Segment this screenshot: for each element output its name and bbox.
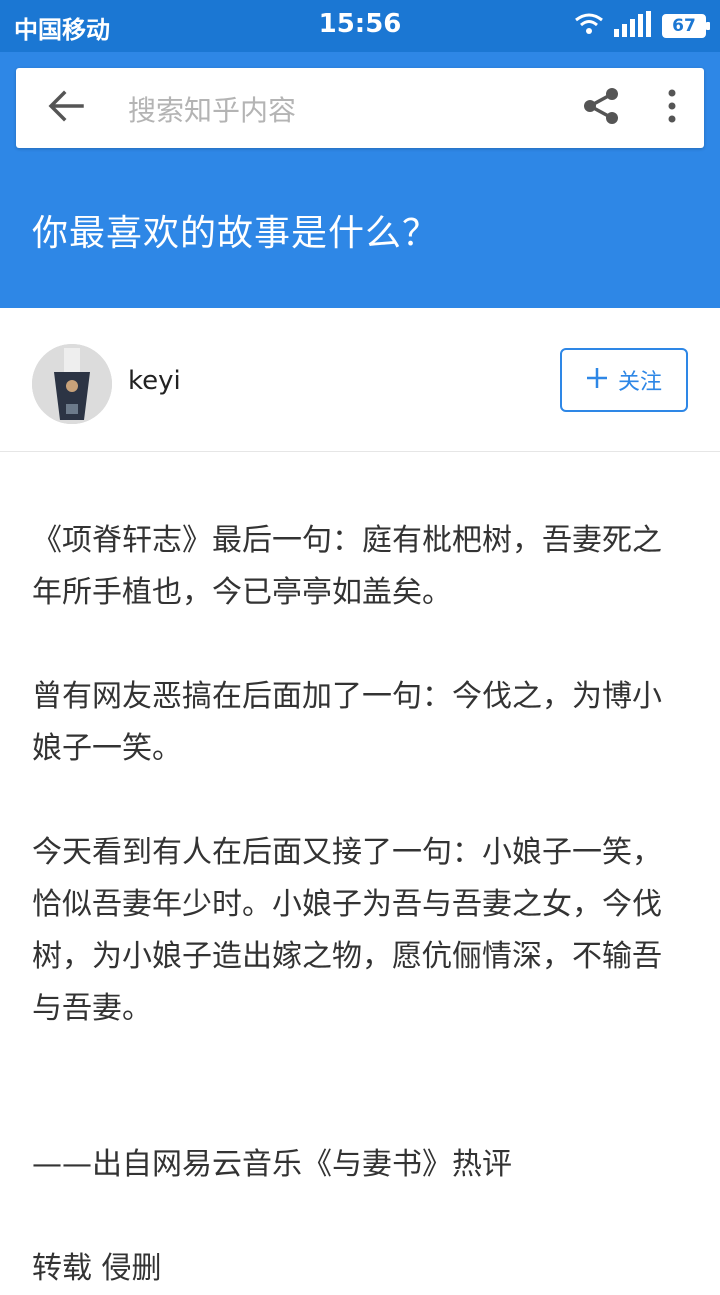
follow-button[interactable]: 关注 xyxy=(560,348,688,412)
answer-paragraph: 曾有网友恶搞在后面加了一句：今伐之，为博小娘子一笑。 xyxy=(32,679,662,766)
battery-level: 67 xyxy=(672,16,696,36)
share-button[interactable] xyxy=(576,82,628,134)
answer-paragraph: 《项脊轩志》最后一句：庭有枇杷树，吾妻死之年所手植也，今已亭亭如盖矣。 xyxy=(32,523,662,610)
back-arrow-icon xyxy=(48,90,84,126)
back-button[interactable] xyxy=(42,84,90,132)
avatar[interactable] xyxy=(32,344,112,424)
search-input[interactable]: 搜索知乎内容 xyxy=(128,89,296,129)
more-options-button[interactable] xyxy=(656,82,688,134)
battery-icon: 67 xyxy=(662,14,710,38)
question-title[interactable]: 你最喜欢的故事是什么？ xyxy=(32,204,439,256)
more-vertical-icon xyxy=(667,89,677,127)
signal-icon xyxy=(614,11,652,41)
search-bar[interactable]: 搜索知乎内容 xyxy=(16,68,704,148)
answer-source: ——出自网易云音乐《与妻书》热评 xyxy=(32,1147,512,1182)
wifi-icon xyxy=(574,12,604,40)
question-header: 搜索知乎内容 你最喜欢的故事是什么？ xyxy=(0,52,720,308)
share-icon xyxy=(582,86,622,130)
answer-note: 转载 侵删 xyxy=(32,1251,162,1286)
author-row: keyi 关注 xyxy=(0,308,720,452)
plus-icon xyxy=(586,367,608,393)
status-icons: 67 xyxy=(574,10,710,42)
answer-paragraph: 今天看到有人在后面又接了一句：小娘子一笑，恰似吾妻年少时。小娘子为吾与吾妻之女，… xyxy=(32,835,662,1026)
follow-label: 关注 xyxy=(617,370,662,395)
status-bar: 中国移动 15:56 67 xyxy=(0,0,720,52)
author-name[interactable]: keyi xyxy=(128,366,181,396)
answer-content: 《项脊轩志》最后一句：庭有枇杷树，吾妻死之年所手植也，今已亭亭如盖矣。 曾有网友… xyxy=(32,515,688,1295)
